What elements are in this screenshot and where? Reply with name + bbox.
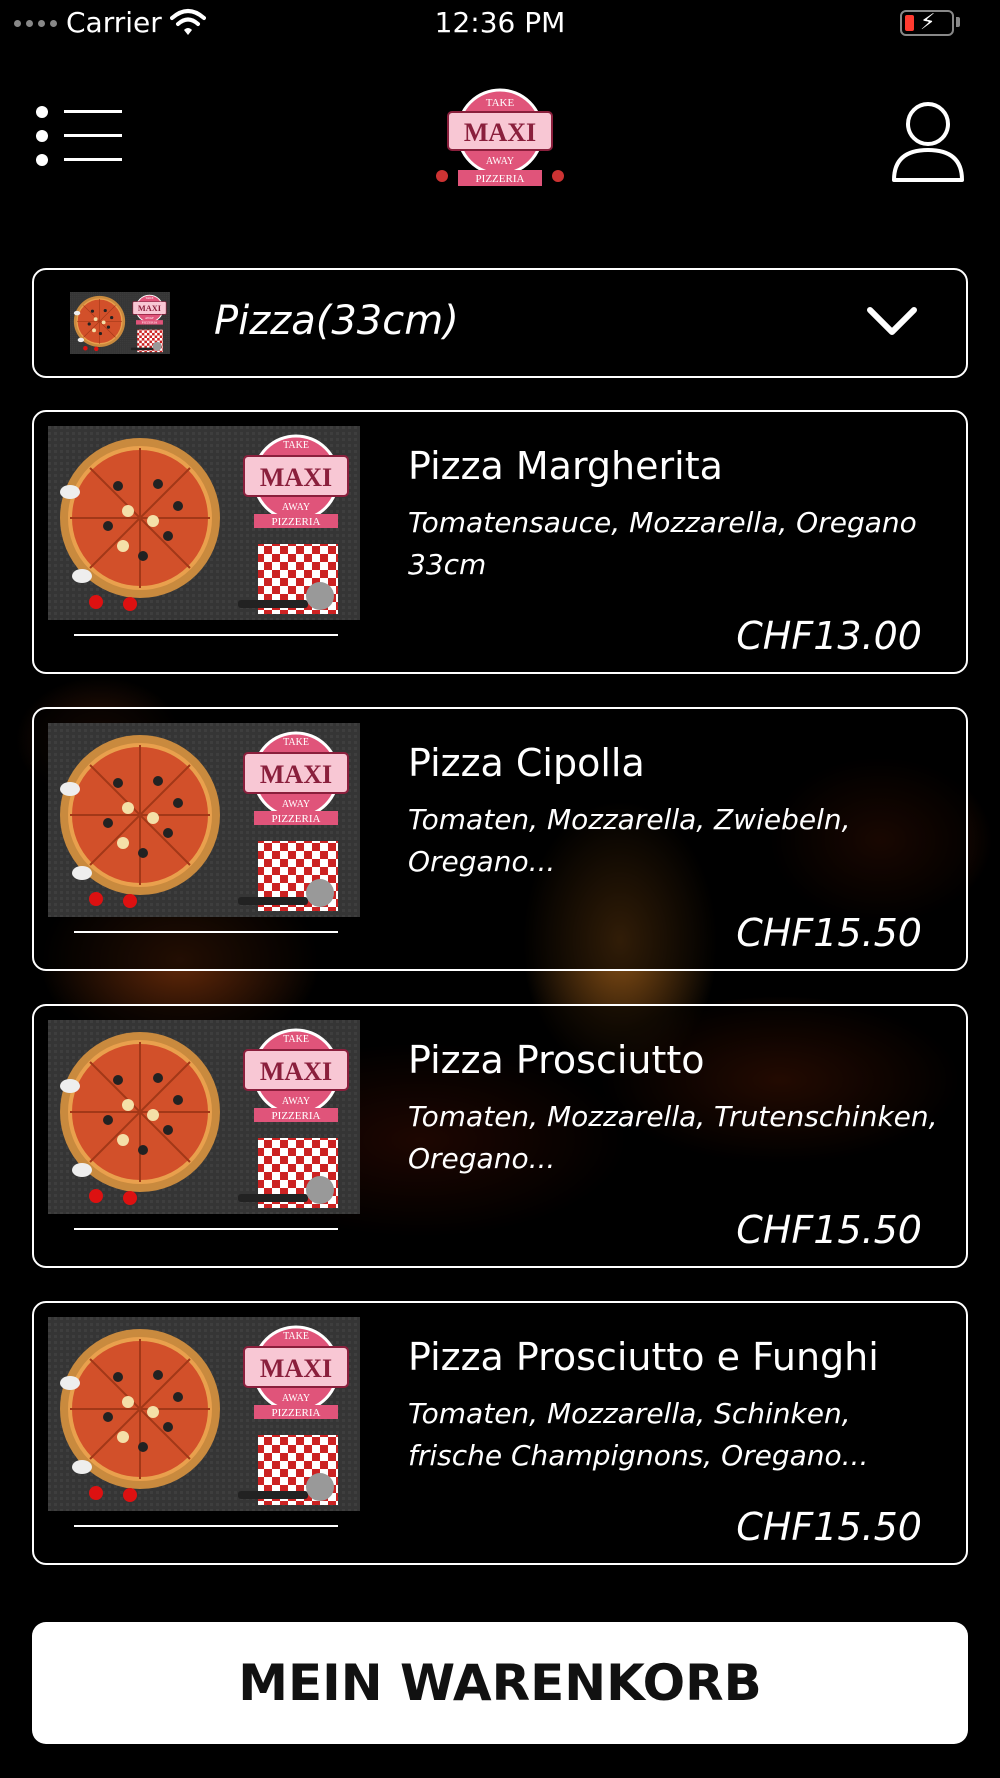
- product-description: Tomaten, Mozzarella, Trutenschinken, Ore…: [408, 1100, 938, 1175]
- logo-pizzeria: PIZZERIA: [476, 173, 525, 185]
- logo-away: AWAY: [486, 156, 514, 167]
- product-price: CHF15.50: [736, 1208, 922, 1252]
- cart-button[interactable]: MEIN WARENKORB: [32, 1622, 968, 1744]
- product-image: [48, 1020, 360, 1214]
- product-price: CHF15.50: [736, 1505, 922, 1549]
- menu-list-icon-row: [36, 130, 126, 142]
- chevron-down-icon: [867, 307, 917, 335]
- product-price: CHF15.50: [736, 911, 922, 955]
- menu-list-icon: [36, 106, 126, 118]
- user-icon[interactable]: [890, 100, 966, 184]
- product-name: Pizza Prosciutto e Funghi: [408, 1335, 879, 1379]
- logo-take: TAKE: [486, 97, 515, 109]
- product-image: [48, 426, 360, 620]
- divider: [74, 1228, 338, 1230]
- menu-button[interactable]: [36, 106, 126, 170]
- divider: [74, 931, 338, 933]
- product-name: Pizza Margherita: [408, 444, 723, 488]
- divider: [74, 1525, 338, 1527]
- category-label: Pizza(33cm): [214, 298, 459, 344]
- product-card-margherita[interactable]: Pizza Margherita Tomatensauce, Mozzarell…: [32, 410, 968, 674]
- product-card-prosciutto-funghi[interactable]: Pizza Prosciutto e Funghi Tomaten, Mozza…: [32, 1301, 968, 1565]
- category-thumbnail: [70, 292, 170, 354]
- divider: [74, 634, 338, 636]
- product-price: CHF13.00: [736, 614, 922, 658]
- product-description: Tomaten, Mozzarella, Zwiebeln, Oregano..…: [408, 803, 851, 878]
- product-description: Tomatensauce, Mozzarella, Oregano 33cm: [408, 506, 917, 581]
- product-image: [48, 723, 360, 917]
- product-image: [48, 1317, 360, 1511]
- product-description: Tomaten, Mozzarella, Schinken, frische C…: [408, 1397, 869, 1472]
- clock: 12:36 PM: [434, 6, 566, 39]
- category-dropdown[interactable]: Pizza(33cm): [32, 268, 968, 378]
- battery-icon: ⚡: [900, 10, 954, 36]
- battery-tip: [956, 17, 960, 27]
- product-name: Pizza Cipolla: [408, 741, 645, 785]
- maxi-pizzeria-logo: TAKE MAXI AWAY PIZZERIA: [436, 88, 564, 186]
- product-card-prosciutto[interactable]: Pizza Prosciutto Tomaten, Mozzarella, Tr…: [32, 1004, 968, 1268]
- status-bar: Carrier 12:36 PM ⚡: [0, 0, 1000, 46]
- logo-maxi: MAXI: [464, 118, 536, 147]
- menu-list-icon-row: [36, 154, 126, 166]
- product-card-cipolla[interactable]: Pizza Cipolla Tomaten, Mozzarella, Zwieb…: [32, 707, 968, 971]
- product-name: Pizza Prosciutto: [408, 1038, 705, 1082]
